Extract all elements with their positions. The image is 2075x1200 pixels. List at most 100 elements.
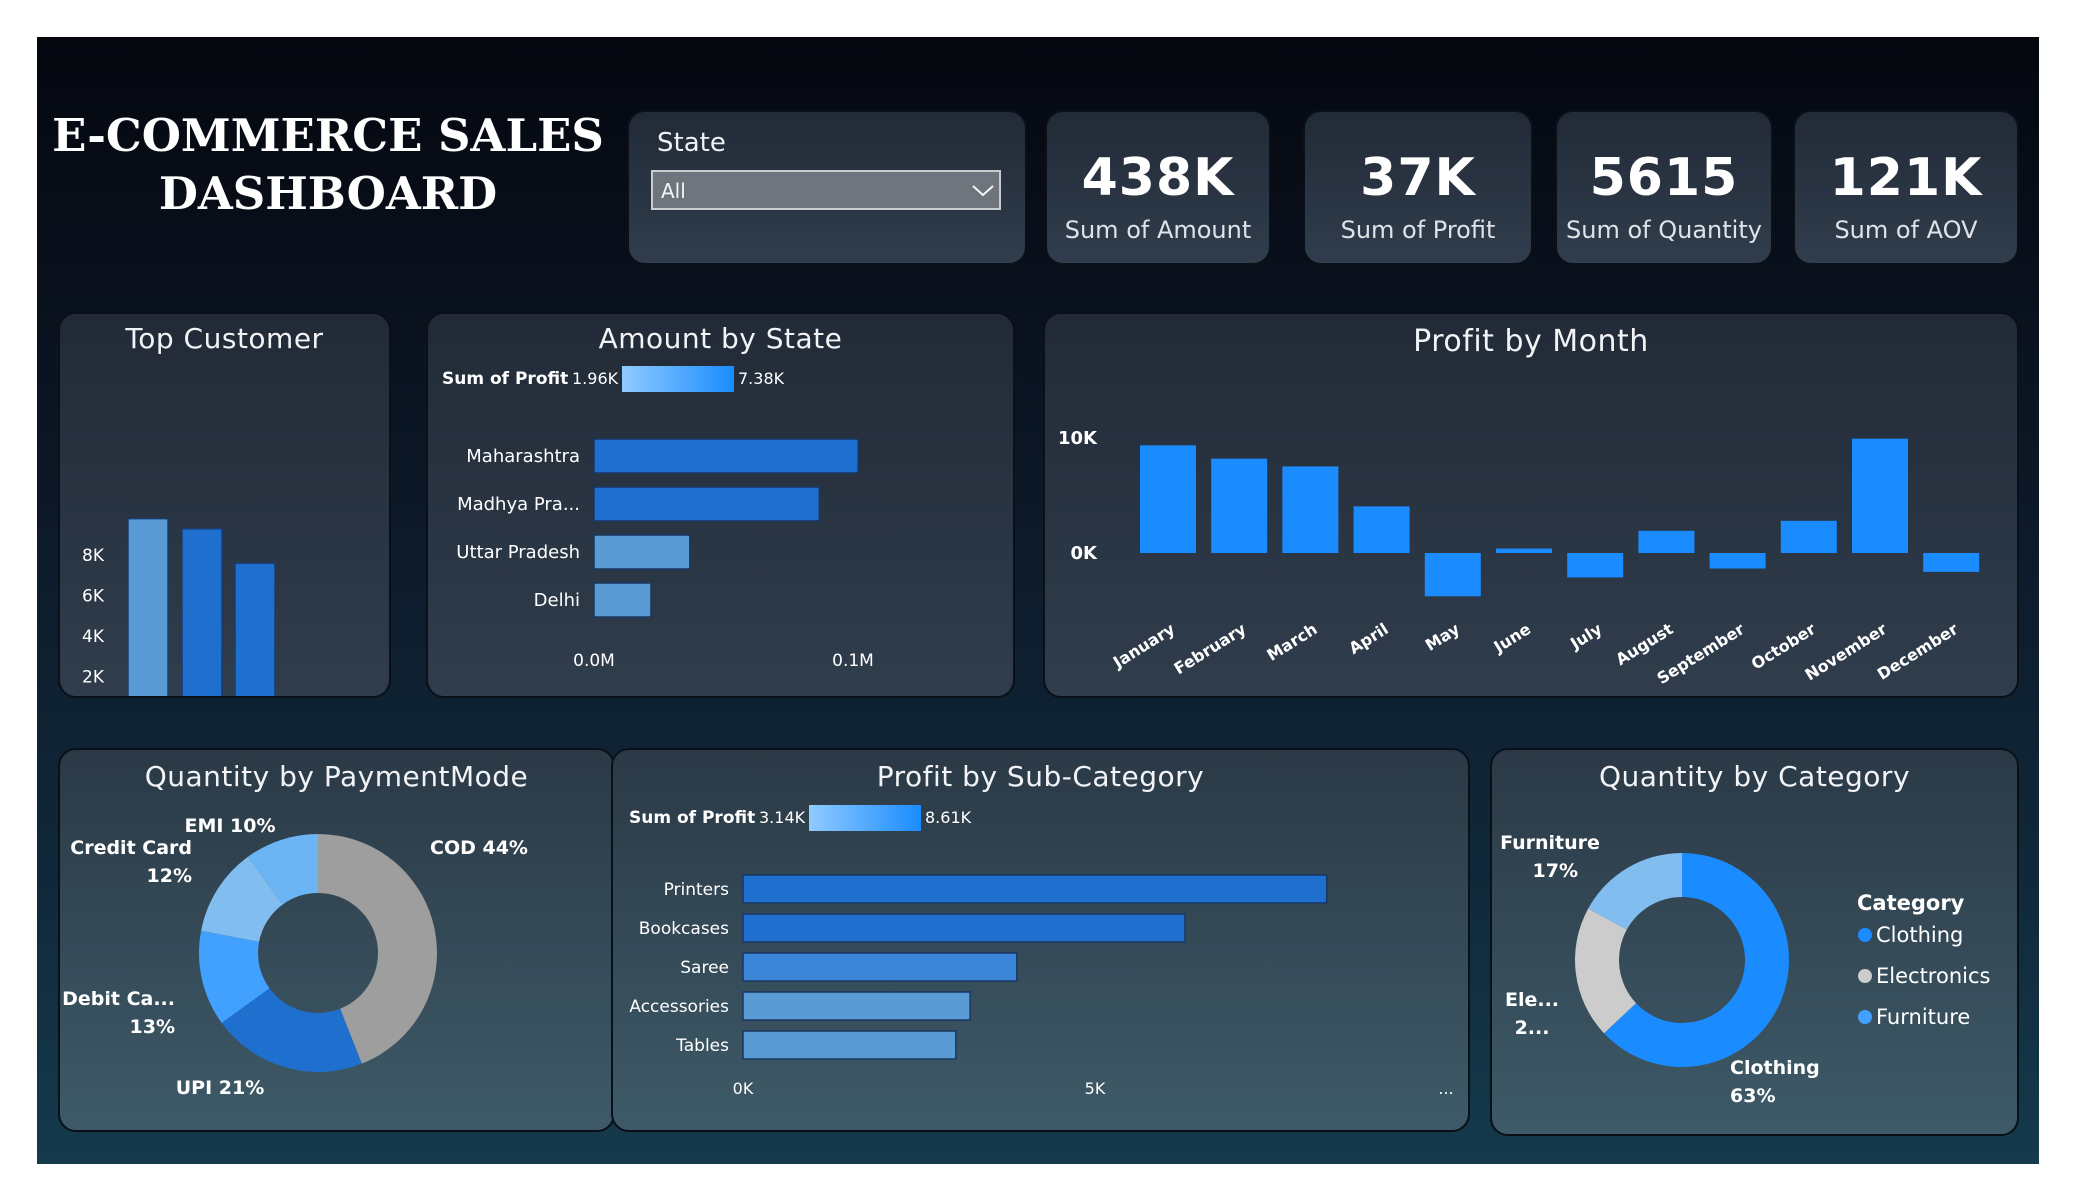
dashboard-title: E-COMMERCE SALES DASHBOARD — [45, 107, 611, 223]
y-tick-label: Uttar Pradesh — [456, 542, 580, 563]
kpi-card-quantity: 5615 Sum of Quantity — [1555, 110, 1773, 265]
bar — [1211, 458, 1268, 553]
profit-by-month-panel: Profit by Month 10K 0K January February Marc… — [1043, 312, 2019, 698]
subcategory-chart: Sum of Profit 3.14K 8.61K Printers Bookcases… — [629, 805, 1454, 1098]
kpi-card-amount: 438K Sum of Amount — [1045, 110, 1271, 265]
bar — [1780, 520, 1837, 553]
y-tick-label: Printers — [664, 880, 730, 900]
slice-label-electronics-pct: 2... — [1515, 1017, 1550, 1039]
x-tick-label: 5K — [1085, 1079, 1106, 1098]
kpi-card-aov: 121K Sum of AOV — [1793, 110, 2019, 265]
bar — [742, 952, 1018, 982]
x-tick-label: April — [1345, 619, 1391, 658]
slice-label-credit-card-pct: 12% — [147, 865, 192, 887]
legend-marker — [1858, 1010, 1872, 1024]
subcategory-panel: Profit by Sub-Category Sum of Profit 3.14… — [611, 748, 1470, 1132]
legend-gradient-bar — [809, 805, 921, 831]
legend-item: Furniture — [1876, 1005, 1970, 1029]
category-chart: Clothing 63% Ele... 2... Furniture 17% Categor… — [1500, 832, 1990, 1107]
bar — [1852, 438, 1908, 553]
legend-item: Electronics — [1876, 964, 1990, 988]
profit-by-month-chart: 10K 0K JanuaryFebruary March April May June Jul… — [1058, 428, 1980, 688]
y-tick-label: Bookcases — [639, 919, 729, 939]
kpi-label: Sum of Quantity — [1566, 216, 1762, 244]
bar — [1140, 445, 1196, 553]
state-dropdown[interactable]: All — [651, 170, 1001, 210]
kpi-label: Sum of AOV — [1834, 216, 1978, 244]
kpi-card-profit: 37K Sum of Profit — [1303, 110, 1533, 265]
y-tick-label: Saree — [680, 958, 729, 978]
category-panel: Quantity by Category Clothing 63% Ele... 2.… — [1490, 748, 2019, 1136]
bar — [742, 1030, 957, 1060]
bar — [234, 562, 276, 696]
bar — [1567, 553, 1624, 578]
slice-label-electronics: Ele... — [1505, 989, 1559, 1011]
x-tick-label: ... — [1438, 1079, 1453, 1098]
bar — [1638, 530, 1695, 553]
amount-by-state-panel: Amount by State Sum of Profit 1.96K 7.38K M… — [426, 312, 1015, 698]
legend-max: 8.61K — [925, 808, 972, 827]
y-tick-label: 0K — [1071, 543, 1099, 564]
y-tick-label: 2K — [82, 668, 105, 688]
slice-label-furniture-pct: 17% — [1533, 860, 1578, 882]
slice-label-clothing-pct: 63% — [1730, 1085, 1775, 1107]
bar — [742, 874, 1328, 904]
legend-title: Category — [1857, 891, 1965, 915]
bar — [181, 528, 223, 696]
payment-mode-chart: COD 44% UPI 21% Debit Ca... 13% Credit Card 1… — [62, 815, 528, 1099]
bar — [127, 517, 169, 696]
kpi-label: Sum of Amount — [1064, 216, 1252, 244]
bar — [1709, 553, 1766, 569]
y-tick-label: Maharashtra — [466, 446, 580, 467]
y-tick-label: 8K — [82, 546, 105, 566]
x-tick-label: March — [1263, 619, 1320, 665]
amount-by-state-chart: Sum of Profit 1.96K 7.38K Maharashtra Madhya… — [442, 366, 874, 671]
slice-label-furniture: Furniture — [1500, 832, 1600, 854]
top-customer-chart: 2K4K6K8KHarivanshMadhavMadan Mo... — [82, 517, 276, 696]
payment-mode-panel: Quantity by PaymentMode COD 44% UPI 21% De… — [58, 748, 615, 1132]
y-tick-label: 6K — [82, 587, 105, 607]
legend-marker — [1858, 969, 1872, 983]
title-line-1: E-COMMERCE SALES — [52, 109, 604, 162]
legend-min: 3.14K — [759, 808, 806, 827]
kpi-value: 121K — [1829, 148, 1983, 208]
x-tick-label: May — [1422, 619, 1464, 655]
chevron-down-icon — [972, 185, 994, 197]
kpi-label: Sum of Profit — [1340, 216, 1496, 244]
state-slicer: State All — [627, 110, 1027, 265]
bar — [593, 534, 691, 570]
x-tick-label: January — [1109, 619, 1179, 672]
bar — [1923, 553, 1980, 572]
bar — [593, 582, 652, 618]
x-tick-label: 0K — [733, 1079, 754, 1098]
x-tick-label: June — [1490, 619, 1535, 657]
slice-label-debit-card-pct: 13% — [130, 1016, 175, 1038]
x-tick-label: 0.1M — [832, 651, 874, 671]
y-tick-label: Delhi — [534, 590, 580, 611]
y-tick-label: Tables — [675, 1036, 729, 1056]
slice-label-cod: COD 44% — [430, 837, 528, 859]
bar — [1282, 466, 1339, 553]
slice-label-debit-card: Debit Ca... — [62, 988, 175, 1010]
slice-label-emi: EMI 10% — [184, 815, 275, 837]
top-customer-panel: Top Customer 2K4K6K8KHarivanshMadhavMada… — [58, 312, 391, 698]
legend-marker — [1858, 928, 1872, 942]
kpi-value: 37K — [1360, 148, 1476, 208]
y-tick-label: 4K — [82, 627, 105, 647]
legend-item: Clothing — [1876, 923, 1963, 947]
title-line-2: DASHBOARD — [158, 167, 498, 220]
slice-label-upi: UPI 21% — [176, 1077, 265, 1099]
legend-min: 1.96K — [572, 369, 619, 388]
x-tick-label: August — [1612, 619, 1676, 669]
y-tick-label: 10K — [1058, 428, 1098, 449]
legend-label: Sum of Profit — [629, 808, 755, 828]
slice-label-credit-card: Credit Card — [70, 837, 192, 859]
x-tick-label: February — [1171, 619, 1250, 678]
kpi-value: 5615 — [1589, 148, 1739, 208]
legend-label: Sum of Profit — [442, 369, 568, 389]
bar — [1424, 553, 1481, 597]
y-tick-label: Accessories — [629, 997, 729, 1017]
x-tick-label: July — [1566, 619, 1606, 654]
x-tick-label: December — [1874, 619, 1962, 684]
x-tick-label: 0.0M — [573, 651, 615, 671]
